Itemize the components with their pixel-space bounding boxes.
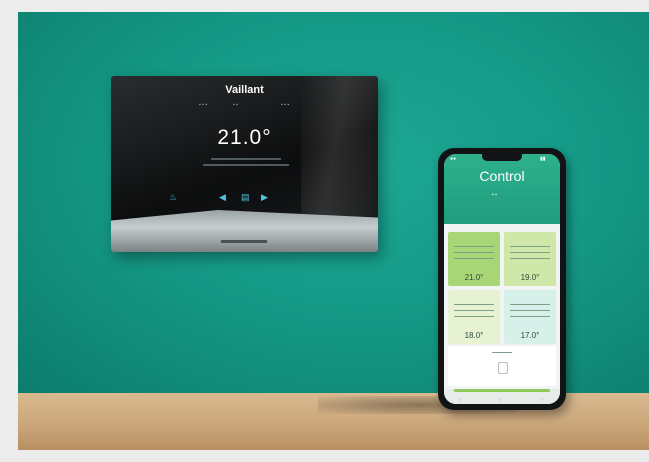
status-icons: ▮▮	[540, 156, 546, 162]
phone-notch	[482, 154, 522, 161]
thermostat-base	[111, 210, 378, 252]
thermostat-info-line	[211, 158, 281, 160]
room-temperature: 21.0°	[464, 273, 484, 282]
nav-home-icon[interactable]: ○	[458, 397, 461, 403]
app-header	[444, 154, 560, 224]
room-temperature: 17.0°	[520, 331, 540, 340]
room-tile[interactable]: 19.0°	[504, 232, 556, 286]
arrow-right-icon: ▶	[261, 192, 268, 202]
add-room-tile[interactable]	[448, 346, 556, 386]
arrow-left-icon: ◀	[219, 192, 226, 202]
thermostat-temperature: 21.0°	[217, 126, 272, 149]
flame-icon: ♨	[169, 192, 178, 202]
menu-icon: ▤	[241, 192, 250, 202]
thermostat-small-text-mid: ▪ ▪	[233, 102, 238, 108]
app-title: Control	[479, 168, 525, 184]
thermostat-small-text-right: ▪ ▪ ▪	[281, 102, 290, 108]
thermostat-brand: Vaillant	[225, 84, 264, 96]
room-tile[interactable]: 17.0°	[504, 290, 556, 344]
wall-thermostat: Vaillant ▪ ▪ ▪ ▪ ▪ ▪ ▪ ▪ 21.0° ♨ ◀ ▤ ▶	[111, 76, 378, 252]
phone-screen: ●● ▮▮ Control ▪ ▪ 21.0° 19.0° 18.0° 17.0…	[444, 154, 560, 404]
nav-center-icon[interactable]: ○	[498, 397, 501, 403]
room-tile[interactable]: 21.0°	[448, 232, 500, 286]
room-tile[interactable]: 18.0°	[448, 290, 500, 344]
thermostat-info-line	[203, 164, 289, 166]
thermostat-small-text-left: ▪ ▪ ▪	[199, 102, 208, 108]
room-temperature: 19.0°	[520, 273, 540, 282]
status-time: ●●	[450, 156, 457, 162]
room-temperature: 18.0°	[464, 331, 484, 340]
smartphone: ●● ▮▮ Control ▪ ▪ 21.0° 19.0° 18.0° 17.0…	[438, 148, 566, 410]
base-label	[221, 240, 267, 243]
app-subtitle: ▪ ▪	[492, 192, 497, 198]
photo-scene: Vaillant ▪ ▪ ▪ ▪ ▪ ▪ ▪ ▪ 21.0° ♨ ◀ ▤ ▶ ●…	[18, 12, 649, 450]
device-icon	[498, 362, 508, 374]
nav-settings-icon[interactable]: ○	[540, 397, 543, 403]
